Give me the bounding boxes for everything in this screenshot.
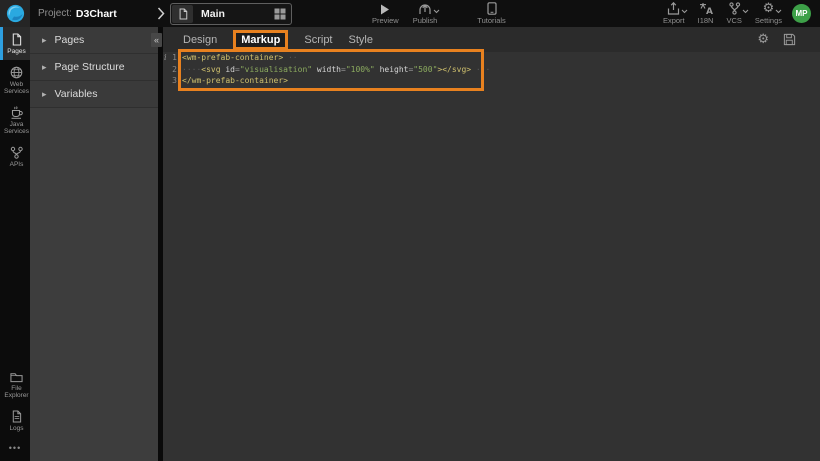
preview-label: Preview (372, 16, 399, 25)
settings-label: Settings (754, 16, 782, 25)
play-icon (380, 2, 390, 15)
code-line: i 1 <wm-prefab-container> ·· (163, 52, 820, 64)
grid-icon[interactable] (274, 8, 286, 20)
i18n-label: I18N (697, 16, 714, 25)
rail-item-file-explorer[interactable]: File Explorer (0, 365, 30, 404)
rail-item-apis[interactable]: APIs (0, 140, 30, 173)
rail-label: APIs (9, 161, 24, 168)
panel-item-pages[interactable]: ▸ Pages (30, 27, 158, 54)
topbar-right-actions: Export A I18N VCS ⚙ Settings (663, 2, 782, 25)
chevron-right-icon: ▸ (42, 61, 47, 72)
page-tab-label: Main (201, 8, 225, 20)
markup-code-editor[interactable]: i 1 <wm-prefab-container> ·· 2 ····<svg … (163, 52, 820, 461)
gear-icon: ⚙ (763, 2, 782, 15)
folder-icon (10, 373, 23, 383)
page-tab-main[interactable]: Main (170, 3, 292, 25)
page-icon (12, 33, 22, 46)
tab-design[interactable]: Design (183, 34, 217, 46)
publish-button[interactable]: Publish (412, 2, 440, 25)
i18n-button[interactable]: A I18N (697, 2, 714, 25)
tab-style[interactable]: Style (349, 34, 373, 46)
settings-button[interactable]: ⚙ Settings (755, 2, 782, 25)
project-name: D3Chart (75, 7, 117, 20)
wavemaker-logo-icon (6, 4, 24, 23)
topbar-center-actions: Preview Publish Tutorials (372, 2, 506, 25)
markup-settings-button[interactable]: ⚙ (757, 33, 769, 46)
rail-item-web-services[interactable]: Web Services (0, 60, 30, 100)
panel-item-page-structure[interactable]: ▸ Page Structure (30, 54, 158, 81)
page-icon (179, 8, 187, 20)
export-button[interactable]: Export (662, 2, 688, 25)
translate-icon: A (699, 2, 713, 15)
coffee-icon (11, 106, 23, 119)
line-number: i 1 (164, 53, 177, 63)
panel-collapse-button[interactable]: « (151, 33, 162, 47)
wavemaker-studio-window: Project: D3Chart Main Preview Publish Tu… (0, 0, 820, 461)
panel-item-label: Variables (54, 88, 98, 100)
tutorials-icon (486, 2, 497, 15)
vcs-button[interactable]: VCS (726, 2, 749, 25)
line-number: 2 (172, 64, 177, 74)
chevron-down-icon (742, 9, 749, 14)
panel-item-label: Page Structure (54, 61, 125, 73)
publish-label: Publish (412, 16, 438, 25)
code-text: ····<svg id="visualisation" width="100%"… (182, 64, 491, 74)
top-bar: Project: D3Chart Main Preview Publish Tu… (0, 0, 820, 27)
pages-side-panel: ▸ Pages ▸ Page Structure ▸ Variables « (30, 27, 162, 461)
user-avatar[interactable]: MP (792, 4, 811, 23)
api-connector-icon (10, 146, 23, 159)
page-tab-icon-button[interactable] (172, 5, 193, 23)
code-text: <wm-prefab-container> ·· (182, 53, 298, 63)
project-breadcrumb: Project: D3Chart (38, 0, 117, 27)
gear-icon: ⚙ (757, 32, 769, 47)
editor-area: Design Markup Script Style ⚙ i 1 <wm-pre… (163, 27, 820, 461)
line-number: 3 (172, 76, 177, 86)
branch-icon (728, 2, 749, 15)
rail-label: Web Services (4, 81, 29, 95)
project-label: Project: (38, 8, 72, 19)
save-icon (783, 33, 796, 46)
export-label: Export (662, 16, 685, 25)
editor-toolbar-right: ⚙ (757, 33, 820, 46)
tutorials-label: Tutorials (477, 16, 506, 25)
chevron-down-icon (433, 9, 440, 14)
panel-item-label: Pages (54, 34, 85, 46)
code-text: </wm-prefab-container> (182, 76, 288, 86)
left-icon-rail: Pages Web Services Java Services APIs Fi… (0, 27, 30, 461)
chevron-right-icon: ▸ (42, 88, 47, 99)
preview-button[interactable]: Preview (372, 2, 399, 25)
rail-item-java-services[interactable]: Java Services (0, 100, 30, 140)
rail-item-pages[interactable]: Pages (0, 27, 30, 60)
tutorials-button[interactable]: Tutorials (477, 2, 506, 25)
rail-spacer (0, 173, 30, 365)
export-icon (667, 2, 688, 15)
chevron-down-icon (775, 9, 782, 14)
log-file-icon (12, 410, 22, 423)
svg-text:A: A (706, 7, 713, 15)
editor-tab-bar: Design Markup Script Style ⚙ (163, 27, 820, 52)
publish-icon (418, 2, 440, 15)
rail-label: Java Services (4, 121, 29, 135)
gutter-marker: i (164, 53, 167, 63)
app-logo[interactable] (0, 0, 30, 27)
rail-label: Pages (7, 48, 26, 55)
save-button[interactable] (783, 33, 796, 46)
globe-icon (10, 66, 23, 79)
code-line: 3 </wm-prefab-container> (163, 75, 820, 87)
chevron-right-icon (157, 7, 165, 20)
chevron-right-icon: ▸ (42, 34, 47, 45)
rail-label: File Explorer (4, 385, 29, 399)
tab-script[interactable]: Script (304, 34, 332, 46)
vcs-label: VCS (726, 16, 742, 25)
tab-markup[interactable]: Markup (233, 29, 289, 50)
chevron-down-icon (681, 9, 688, 14)
rail-item-logs[interactable]: Logs (0, 404, 30, 437)
rail-label: Logs (9, 425, 24, 432)
rail-more-button[interactable]: ••• (0, 437, 30, 461)
code-line: 2 ····<svg id="visualisation" width="100… (163, 64, 820, 76)
panel-item-variables[interactable]: ▸ Variables (30, 81, 158, 108)
